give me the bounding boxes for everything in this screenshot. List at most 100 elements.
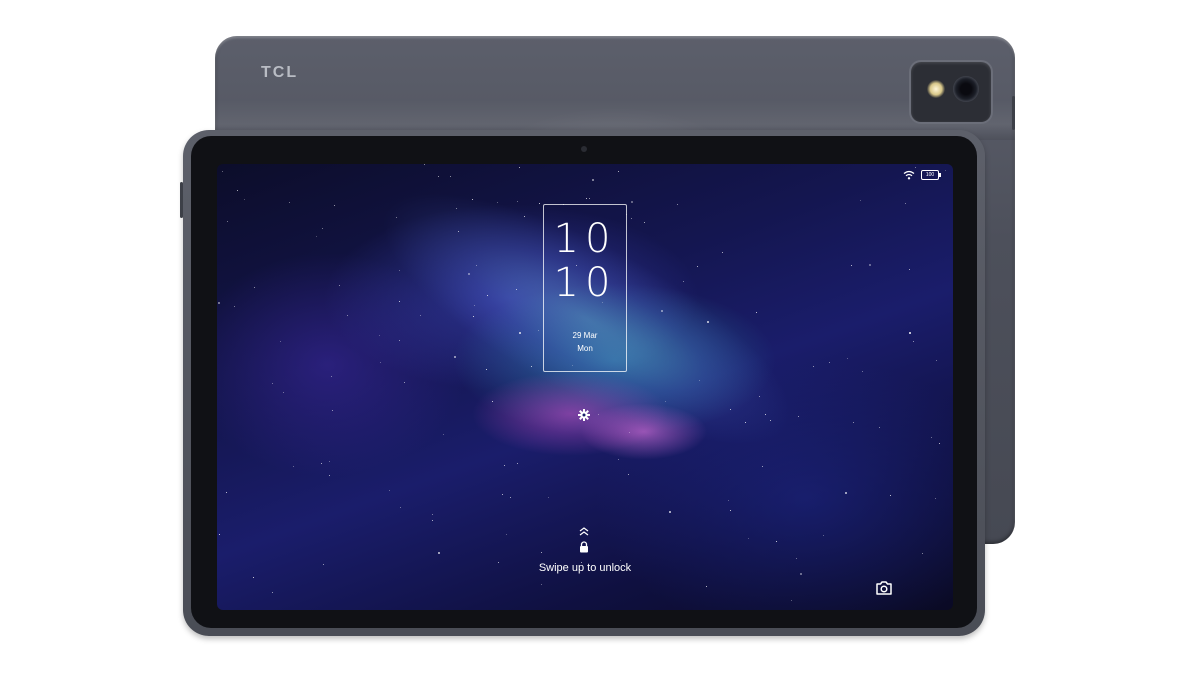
star — [618, 459, 619, 460]
status-bar: 100 — [903, 168, 941, 182]
star — [629, 432, 630, 433]
star — [237, 190, 238, 191]
clock-widget[interactable]: 10 10 29 Mar Mon — [543, 204, 627, 372]
star — [272, 383, 273, 384]
star — [289, 202, 290, 203]
star — [399, 301, 400, 302]
star — [759, 396, 760, 397]
star — [548, 497, 549, 498]
star — [524, 216, 525, 217]
star — [519, 167, 520, 168]
lock-screen[interactable]: 100 10 10 29 Mar Mon Swipe up to unlock — [217, 164, 953, 610]
star — [476, 265, 477, 266]
camera-icon[interactable] — [875, 580, 893, 596]
star — [860, 200, 861, 201]
star — [586, 198, 587, 199]
star — [510, 497, 511, 498]
star — [226, 492, 227, 493]
star — [396, 217, 397, 218]
star — [487, 295, 488, 296]
star — [253, 577, 254, 578]
star — [770, 420, 771, 421]
star — [321, 463, 322, 464]
star — [538, 330, 539, 331]
star — [454, 356, 456, 358]
star — [331, 376, 332, 377]
flash-icon — [927, 80, 945, 98]
volume-button[interactable] — [180, 182, 183, 218]
star — [845, 492, 847, 494]
star — [699, 380, 700, 381]
star — [424, 164, 425, 165]
star — [697, 266, 698, 267]
star — [644, 222, 645, 223]
star — [474, 305, 475, 306]
star — [339, 285, 340, 286]
star — [592, 179, 594, 181]
star — [851, 265, 852, 266]
star — [272, 592, 273, 593]
star — [756, 312, 757, 313]
star — [541, 552, 542, 553]
star — [853, 422, 854, 423]
wifi-icon — [903, 170, 915, 180]
clock-day: Mon — [577, 344, 593, 353]
star — [730, 510, 731, 511]
clock-time: 10 10 — [544, 217, 626, 305]
star — [823, 535, 824, 536]
star — [862, 371, 863, 372]
star — [244, 199, 245, 200]
star — [730, 409, 731, 410]
star — [234, 306, 235, 307]
star — [765, 414, 766, 415]
star — [531, 366, 532, 367]
star — [748, 538, 749, 539]
star — [504, 465, 505, 466]
star — [506, 534, 507, 535]
star — [283, 392, 284, 393]
star — [219, 534, 220, 535]
lock-icon[interactable] — [579, 541, 589, 553]
star — [776, 541, 777, 542]
star — [227, 221, 228, 222]
star — [796, 558, 797, 559]
star — [707, 321, 709, 323]
star — [669, 511, 671, 513]
star — [939, 443, 940, 444]
star — [280, 341, 281, 342]
star — [497, 202, 498, 203]
rear-camera-lens — [953, 76, 979, 102]
star — [218, 302, 220, 304]
star — [628, 474, 629, 475]
star — [722, 252, 723, 253]
star — [745, 422, 746, 423]
back-side-button — [1012, 96, 1015, 130]
gear-icon[interactable] — [578, 409, 590, 421]
star — [661, 310, 663, 312]
star — [936, 360, 937, 361]
star — [631, 218, 632, 219]
star — [665, 401, 666, 402]
star — [683, 281, 684, 282]
star — [931, 437, 932, 438]
star — [541, 584, 542, 585]
star — [791, 600, 792, 601]
star — [332, 410, 333, 411]
star — [913, 341, 914, 342]
star — [443, 434, 444, 435]
star — [869, 264, 871, 266]
star — [438, 552, 440, 554]
front-camera — [581, 146, 587, 152]
star — [334, 205, 335, 206]
star — [486, 369, 487, 370]
star — [519, 332, 521, 334]
star — [222, 171, 223, 172]
star — [879, 427, 880, 428]
star — [450, 176, 451, 177]
chevron-up-icon — [579, 527, 589, 536]
clock-hours: 10 — [553, 216, 617, 262]
star — [922, 553, 923, 554]
star — [829, 362, 830, 363]
unlock-hint: Swipe up to unlock — [538, 562, 632, 574]
star — [909, 332, 911, 334]
